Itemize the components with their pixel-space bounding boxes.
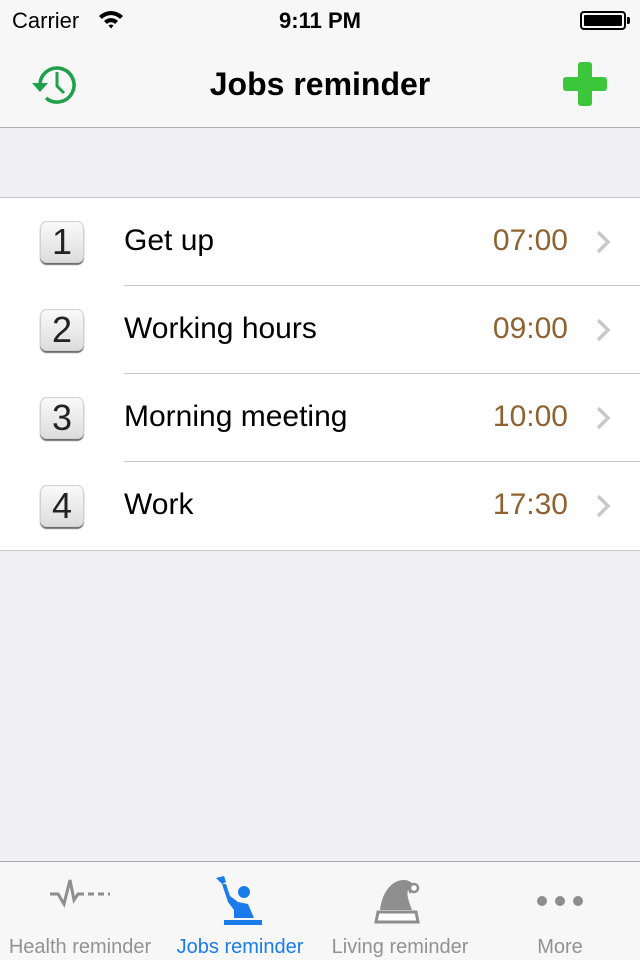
number-badge: 1	[40, 221, 84, 263]
number-badge: 2	[40, 309, 84, 351]
status-time: 9:11 PM	[279, 8, 361, 33]
tab-label: Living reminder	[331, 936, 469, 958]
reminder-time: 17:30	[492, 488, 568, 521]
reminder-time: 10:00	[492, 400, 568, 433]
chevron-right-icon	[596, 406, 610, 430]
number-badge: 4	[40, 485, 84, 527]
reminder-label: Work	[124, 488, 194, 521]
tab-health-reminder[interactable]: Health reminder	[0, 862, 160, 960]
tab-bar: Health reminder Jobs reminder Living rem…	[0, 861, 640, 960]
reminder-list: 1 Get up 07:00 2 Working hours 09:00 3 M…	[0, 197, 640, 551]
santa-hat-icon	[374, 880, 420, 924]
reminder-row[interactable]: 1 Get up 07:00	[0, 198, 640, 286]
reminder-row[interactable]: 3 Morning meeting 10:00	[0, 374, 640, 462]
navigation-header: Carrier 9:11 PM Jobs reminder	[0, 0, 640, 128]
more-dots-icon	[537, 896, 583, 906]
reminder-row[interactable]: 4 Work 17:30	[0, 462, 640, 550]
chevron-right-icon	[596, 230, 610, 254]
status-bar: Carrier 9:11 PM	[0, 0, 640, 40]
chevron-right-icon	[596, 494, 610, 518]
battery-nub	[627, 17, 630, 24]
number-badge: 3	[40, 397, 84, 439]
reminder-label: Morning meeting	[124, 400, 348, 433]
battery-icon	[580, 11, 626, 30]
tab-label: More	[537, 936, 583, 958]
reminder-row[interactable]: 2 Working hours 09:00	[0, 286, 640, 374]
chevron-right-icon	[596, 318, 610, 342]
reminder-time: 09:00	[492, 312, 568, 345]
heartbeat-icon	[50, 879, 110, 908]
tab-label: Health reminder	[8, 936, 152, 958]
tab-label: Jobs reminder	[176, 936, 304, 958]
tab-living-reminder[interactable]: Living reminder	[320, 862, 480, 960]
page-title: Jobs reminder	[209, 66, 431, 102]
reminder-time: 07:00	[492, 224, 568, 257]
reminder-label: Working hours	[124, 312, 317, 345]
reminder-label: Get up	[124, 224, 215, 257]
tab-more[interactable]: More	[480, 862, 640, 960]
plus-icon	[563, 62, 607, 106]
add-reminder-button[interactable]	[558, 60, 612, 110]
worker-icon	[216, 876, 262, 925]
tab-jobs-reminder[interactable]: Jobs reminder	[160, 862, 320, 960]
